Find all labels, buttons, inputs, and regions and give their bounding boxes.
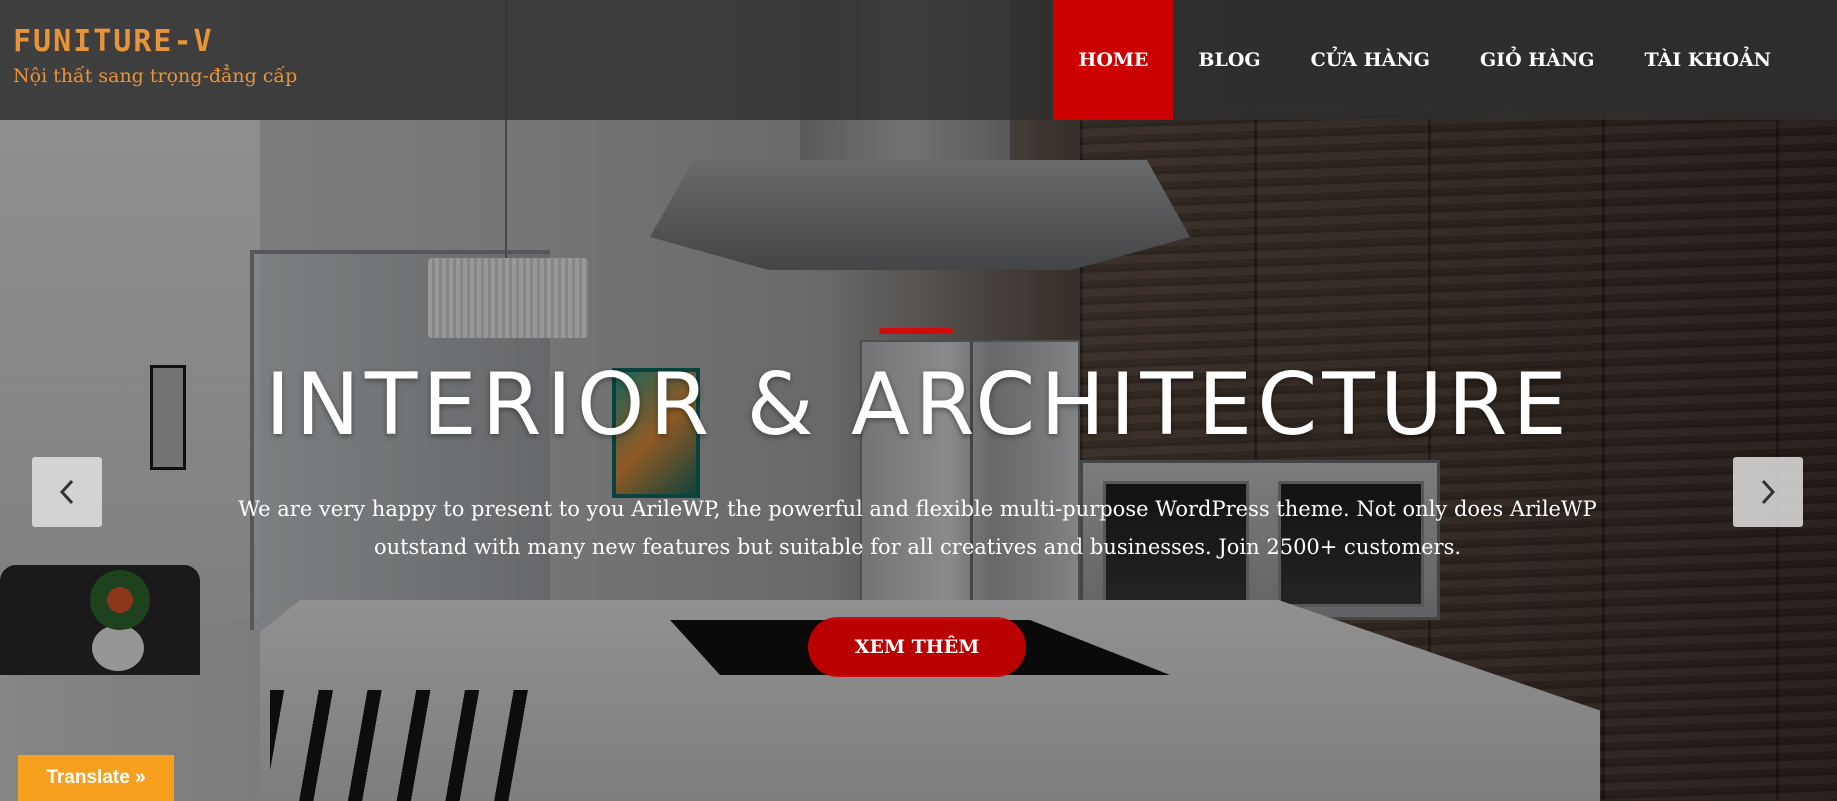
- chevron-right-icon: [1761, 479, 1776, 505]
- site-header: FUNITURE-V Nội thất sang trọng-đẳng cấp …: [0, 0, 1837, 120]
- title-accent-bar: [879, 328, 953, 334]
- nav-item-cart[interactable]: GIỎ HÀNG: [1455, 0, 1620, 120]
- nav-item-home[interactable]: HOME: [1053, 0, 1174, 120]
- brand[interactable]: FUNITURE-V Nội thất sang trọng-đẳng cấp: [13, 24, 297, 87]
- translate-widget-button[interactable]: Translate »: [18, 755, 174, 801]
- slider-prev-button[interactable]: [32, 457, 102, 527]
- slide-description: We are very happy to present to you Aril…: [238, 497, 1597, 559]
- slider-next-button[interactable]: [1733, 457, 1803, 527]
- nav-item-account[interactable]: TÀI KHOẢN: [1620, 0, 1837, 120]
- site-title[interactable]: FUNITURE-V: [13, 24, 297, 59]
- chevron-left-icon: [59, 479, 74, 505]
- slide-title: INTERIOR & ARCHITECTURE: [265, 355, 1572, 455]
- site-tagline: Nội thất sang trọng-đẳng cấp: [13, 65, 298, 87]
- nav-item-blog[interactable]: BLOG: [1173, 0, 1285, 120]
- nav-item-shop[interactable]: CỬA HÀNG: [1286, 0, 1455, 120]
- main-nav: HOME BLOG CỬA HÀNG GIỎ HÀNG TÀI KHOẢN: [1053, 0, 1837, 120]
- read-more-button[interactable]: XEM THÊM: [808, 617, 1026, 677]
